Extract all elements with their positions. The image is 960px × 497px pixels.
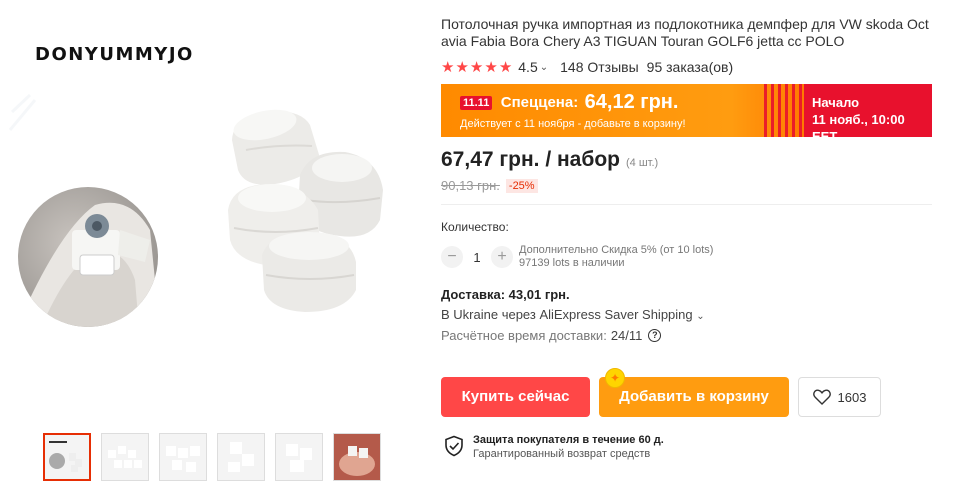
heart-icon [812, 389, 831, 405]
quantity-label: Количество: [441, 220, 509, 234]
chevron-down-icon[interactable]: ⌄ [540, 62, 548, 73]
promo-start-label: Начало [812, 95, 860, 110]
promo-stripes [764, 84, 804, 137]
star-icon: ★ [455, 58, 469, 76]
help-icon[interactable]: ? [648, 329, 662, 342]
shipping-method-label: В Ukraine через AliExpress Saver Shippin… [441, 307, 693, 322]
old-price: 90,13 грн. [441, 178, 500, 193]
quantity-info: Дополнительно Скидка 5% (от 10 lots) 971… [519, 244, 713, 270]
bulk-discount-note: Дополнительно Скидка 5% (от 10 lots) [519, 244, 714, 256]
product-title: Потолочная ручка импортная из подлокотни… [441, 16, 929, 49]
orders-count: 95 заказа(ов) [646, 59, 734, 75]
star-icon: ★ [441, 58, 455, 76]
thumbnail-4[interactable] [217, 433, 265, 481]
star-icon: ★ [469, 58, 484, 76]
wishlist-count: 1603 [837, 389, 867, 405]
thumbnail-3[interactable] [159, 433, 207, 481]
star-icon: ★ [484, 58, 498, 76]
add-to-cart-button[interactable]: Добавить в корзину [599, 377, 789, 417]
price-row: 67,47 грн. / набор (4 шт.) [441, 148, 933, 172]
thumbnail-5[interactable] [275, 433, 323, 481]
promo-price-area: 11.11 Спеццена: 64,12 грн. Действует с 1… [441, 84, 804, 137]
quantity-stepper: − 1 + Дополнительно Скидка 5% (от 10 lot… [441, 244, 933, 270]
rating-value[interactable]: 4.5 [518, 59, 537, 75]
buy-now-button[interactable]: Купить сейчас [441, 377, 590, 417]
stock-count: 97139 lots в наличии [519, 257, 625, 269]
delivery-estimate: Расчётное время доставки: 24/11 ? [441, 328, 933, 343]
promo-start-time: 11 нояб., 10:00 EET [812, 112, 905, 144]
thumbnail-6[interactable] [333, 433, 381, 481]
current-price: 67,47 грн. / набор [441, 148, 620, 171]
promo-subtitle: Действует с 11 ноября - добавьте в корзи… [460, 118, 686, 130]
promo-label: Спеццена: [500, 94, 579, 111]
discount-badge: -25% [505, 178, 538, 193]
thumbnail-1[interactable] [43, 433, 91, 481]
product-info: Потолочная ручка импортная из подлокотни… [441, 16, 933, 460]
promo-badge: 11.11 [460, 95, 493, 110]
chevron-down-icon: ⌄ [696, 311, 705, 322]
product-photo [8, 93, 383, 327]
delivery-eta-value: 24/11 [610, 328, 643, 343]
main-product-image[interactable]: DONYUMMYJO [0, 0, 420, 420]
promo-price: 64,12 грн. [584, 91, 679, 113]
coin-icon: ✦ [605, 368, 625, 388]
quantity-minus-button[interactable]: − [441, 246, 463, 268]
reviews-link[interactable]: 148 Отзывы [560, 59, 639, 75]
product-gallery: DONYUMMYJO [0, 0, 420, 497]
old-price-row: 90,13 грн. -25% [441, 178, 933, 193]
price-unit-note: (4 шт.) [625, 157, 659, 169]
quantity-plus-button[interactable]: + [491, 246, 513, 268]
delivery-eta-label: Расчётное время доставки: [441, 328, 607, 343]
rating-row: ★ ★ ★ ★ ★ 4.5 ⌄ 148 Отзывы 95 заказа(ов) [441, 58, 933, 76]
star-icon: ★ [498, 58, 513, 76]
star-rating: ★ ★ ★ ★ ★ [441, 60, 512, 75]
promo-banner: 11.11 Спеццена: 64,12 грн. Действует с 1… [441, 84, 932, 144]
quantity-input[interactable]: 1 [463, 250, 491, 265]
shipping-cost: Доставка: 43,01 грн. [441, 287, 570, 302]
protection-subtitle: Гарантированный возврат средств [473, 448, 651, 460]
shipping-method[interactable]: В Ukraine через AliExpress Saver Shippin… [441, 307, 933, 322]
buyer-protection: Защита покупателя в течение 60 д. Гарант… [443, 434, 664, 460]
wishlist-button[interactable]: 1603 [798, 377, 881, 417]
thumbnail-strip [43, 433, 381, 481]
thumbnail-2[interactable] [101, 433, 149, 481]
protection-title: Защита покупателя в течение 60 д. [473, 434, 664, 446]
divider [441, 204, 932, 205]
shield-icon [445, 435, 463, 457]
promo-start: Начало 11 нояб., 10:00 EET [804, 84, 932, 144]
